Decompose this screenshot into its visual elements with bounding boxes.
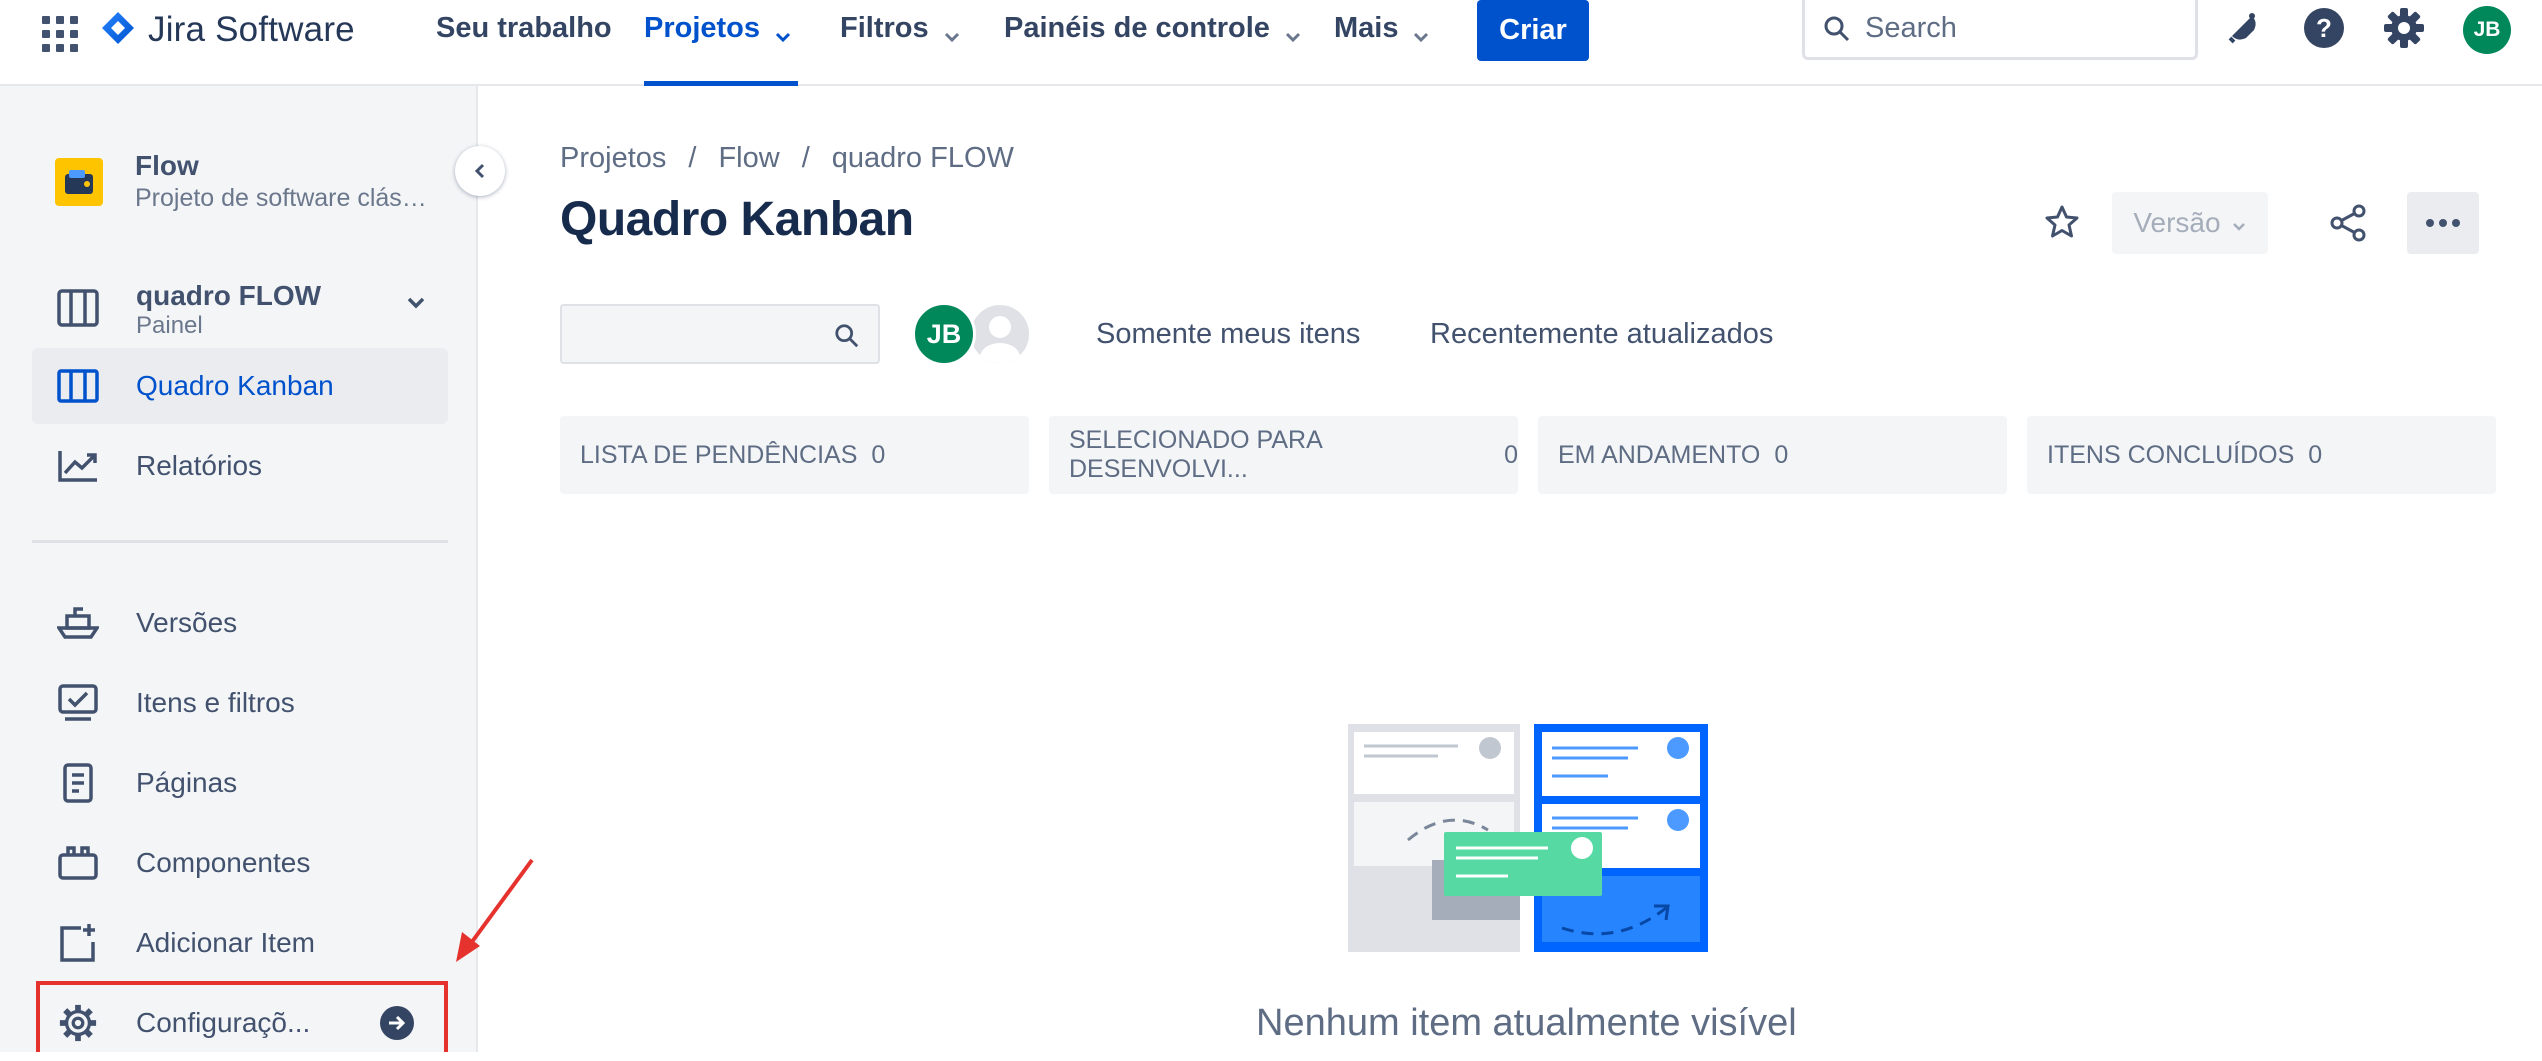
pages-icon bbox=[56, 761, 100, 805]
sidebar-divider bbox=[32, 540, 448, 543]
breadcrumb: Projetos / Flow / quadro FLOW bbox=[560, 142, 1014, 175]
nav-mais[interactable]: Mais bbox=[1334, 0, 1430, 86]
nav-seu-trabalho[interactable]: Seu trabalho bbox=[436, 0, 612, 86]
chevron-down-icon bbox=[1412, 18, 1430, 51]
breadcrumb-item[interactable]: Projetos bbox=[560, 142, 666, 175]
column-count: 0 bbox=[1504, 440, 1518, 469]
more-options-icon[interactable] bbox=[2407, 192, 2479, 254]
jira-logo[interactable]: Jira Software bbox=[100, 8, 355, 52]
notifications-icon[interactable] bbox=[2220, 4, 2268, 52]
nav-paineis[interactable]: Painéis de controle bbox=[1004, 0, 1302, 86]
nav-filtros[interactable]: Filtros bbox=[840, 0, 961, 86]
empty-board-illustration bbox=[1348, 724, 1708, 952]
column-count: 0 bbox=[871, 440, 886, 469]
components-icon bbox=[56, 841, 100, 885]
quick-filter-recentes[interactable]: Recentemente atualizados bbox=[1430, 318, 1773, 351]
board-icon bbox=[56, 288, 100, 333]
board-search-input[interactable] bbox=[560, 304, 880, 364]
nav-label: Filtros bbox=[840, 12, 929, 44]
annotation-arrow-icon bbox=[456, 858, 534, 962]
column-name: ITENS CONCLUÍDOS bbox=[2047, 440, 2295, 469]
board-type: Painel bbox=[136, 312, 203, 339]
search-icon bbox=[835, 324, 859, 348]
board-icon bbox=[56, 364, 100, 408]
column-header: LISTA DE PENDÊNCIAS 0 bbox=[560, 416, 1029, 494]
project-name: Flow bbox=[135, 150, 199, 181]
column-header: SELECIONADO PARA DESENVOLVI... 0 bbox=[1049, 416, 1518, 494]
sidebar-item-versoes[interactable]: Versões bbox=[32, 585, 448, 661]
add-item-icon bbox=[56, 921, 100, 965]
arrow-right-icon[interactable] bbox=[380, 1006, 414, 1040]
column-name: SELECIONADO PARA DESENVOLVI... bbox=[1069, 426, 1322, 483]
sidebar-item-label: Quadro Kanban bbox=[136, 370, 334, 401]
chevron-down-icon bbox=[1284, 18, 1302, 51]
sidebar-item-relatorios[interactable]: Relatórios bbox=[32, 428, 448, 504]
top-navigation: Jira Software Seu trabalho Projetos Filt… bbox=[0, 0, 2542, 86]
search-icon bbox=[1824, 16, 1850, 41]
column-name: LISTA DE PENDÊNCIAS bbox=[580, 440, 858, 469]
settings-icon[interactable] bbox=[2380, 4, 2428, 52]
share-icon[interactable] bbox=[2323, 198, 2373, 248]
version-label: Versão bbox=[2133, 207, 2221, 238]
nav-projetos[interactable]: Projetos bbox=[644, 0, 799, 86]
board-name: quadro FLOW bbox=[136, 280, 322, 311]
sidebar-item-adicionar-item[interactable]: Adicionar Item bbox=[32, 905, 448, 981]
nav-label: Projetos bbox=[644, 12, 761, 44]
sidebar-item-label: Relatórios bbox=[136, 450, 263, 481]
chevron-down-icon bbox=[943, 18, 961, 51]
chevron-down-icon bbox=[2231, 207, 2247, 239]
column-header: ITENS CONCLUÍDOS 0 bbox=[2027, 416, 2496, 494]
collapse-sidebar-button[interactable] bbox=[455, 146, 505, 196]
breadcrumb-separator: / bbox=[688, 142, 697, 174]
sidebar-item-paginas[interactable]: Páginas bbox=[32, 745, 448, 821]
jira-logo-icon bbox=[100, 10, 136, 51]
project-type: Projeto de software clássico bbox=[135, 184, 435, 212]
board-selector[interactable]: quadro FLOW Painel bbox=[56, 270, 448, 350]
column-header: EM ANDAMENTO 0 bbox=[1538, 416, 2007, 494]
issues-icon bbox=[56, 681, 100, 725]
nav-label: Painéis de controle bbox=[1004, 12, 1270, 44]
releases-icon bbox=[56, 601, 100, 645]
breadcrumb-separator: / bbox=[801, 142, 810, 174]
star-icon[interactable] bbox=[2038, 198, 2086, 246]
create-button[interactable]: Criar bbox=[1477, 0, 1589, 61]
assignee-avatar[interactable]: JB bbox=[912, 302, 976, 366]
sidebar-item-componentes[interactable]: Componentes bbox=[32, 825, 448, 901]
quick-filter-meus-itens[interactable]: Somente meus itens bbox=[1096, 318, 1360, 351]
breadcrumb-item[interactable]: Flow bbox=[718, 142, 779, 175]
nav-label: Seu trabalho bbox=[436, 12, 612, 44]
sidebar-item-itens-filtros[interactable]: Itens e filtros bbox=[32, 665, 448, 741]
unassigned-avatar-icon[interactable] bbox=[968, 302, 1032, 366]
column-name: EM ANDAMENTO bbox=[1558, 440, 1761, 469]
product-name: Jira Software bbox=[148, 10, 355, 49]
chevron-down-icon bbox=[774, 18, 792, 51]
sidebar-item-label: Adicionar Item bbox=[136, 927, 315, 958]
project-header[interactable]: Flow Projeto de software clássico bbox=[55, 150, 435, 213]
reports-icon bbox=[56, 444, 100, 488]
chevron-down-icon bbox=[406, 296, 426, 315]
svg-text:?: ? bbox=[2316, 13, 2332, 43]
app-switcher-icon[interactable] bbox=[40, 14, 80, 54]
sidebar-item-quadro-kanban[interactable]: Quadro Kanban bbox=[32, 348, 448, 424]
empty-state-message: Nenhum item atualmente visível bbox=[1256, 1002, 1797, 1044]
column-count: 0 bbox=[1774, 440, 1789, 469]
sidebar-item-label: Versões bbox=[136, 607, 238, 638]
sidebar: Flow Projeto de software clássico quadro… bbox=[0, 86, 478, 1052]
column-count: 0 bbox=[2308, 440, 2323, 469]
sidebar-item-label: Componentes bbox=[136, 847, 311, 878]
version-dropdown[interactable]: Versão bbox=[2112, 192, 2268, 254]
breadcrumb-item[interactable]: quadro FLOW bbox=[832, 142, 1014, 175]
sidebar-item-label: Itens e filtros bbox=[136, 687, 295, 718]
search-placeholder: Search bbox=[1865, 12, 1957, 44]
search-input[interactable]: Search bbox=[1802, 0, 2198, 60]
user-avatar[interactable]: JB bbox=[2463, 6, 2511, 54]
sidebar-item-label: Páginas bbox=[136, 767, 238, 798]
nav-label: Mais bbox=[1334, 12, 1399, 44]
page-title: Quadro Kanban bbox=[560, 193, 914, 246]
project-avatar-icon bbox=[55, 157, 103, 206]
help-icon[interactable]: ? bbox=[2300, 4, 2348, 52]
chevron-left-icon bbox=[474, 163, 485, 179]
